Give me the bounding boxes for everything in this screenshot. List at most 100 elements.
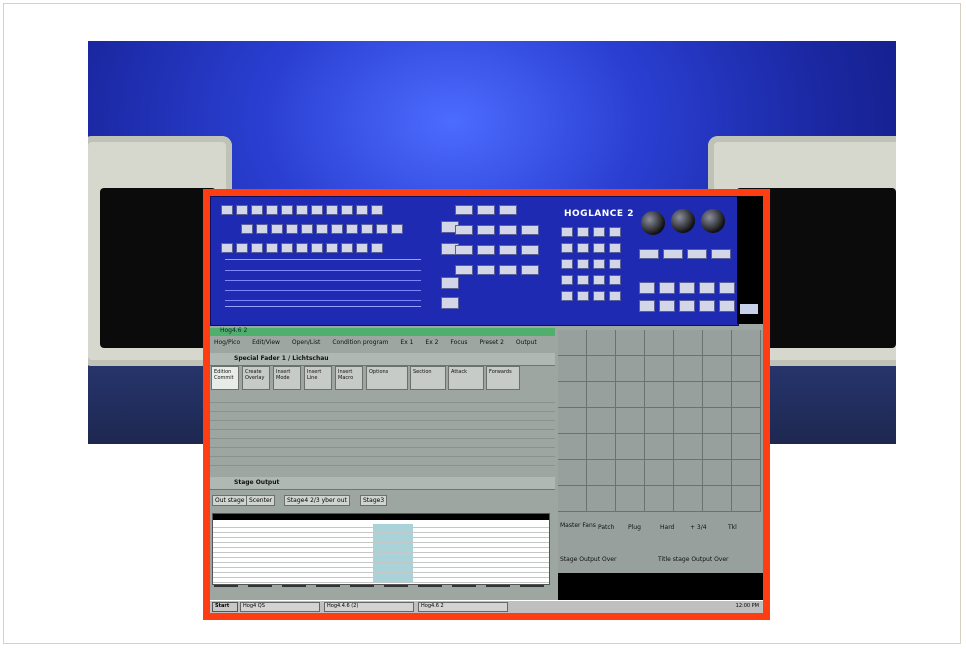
palette-cell[interactable] — [732, 356, 761, 382]
palette-cell[interactable] — [645, 486, 674, 512]
key[interactable] — [609, 275, 621, 285]
palette-cell[interactable] — [587, 330, 616, 356]
fader[interactable] — [384, 585, 408, 599]
fader[interactable] — [418, 585, 442, 599]
menu-item[interactable]: Edit/View — [252, 339, 280, 346]
palette-cell[interactable] — [674, 460, 703, 486]
key[interactable] — [521, 265, 539, 275]
key[interactable] — [326, 243, 338, 253]
key[interactable] — [251, 205, 263, 215]
tab-insert-mode[interactable]: Insert Mode — [273, 366, 301, 390]
key[interactable] — [639, 249, 659, 259]
key[interactable] — [499, 205, 517, 215]
fader[interactable] — [350, 585, 374, 599]
key[interactable] — [679, 300, 695, 312]
palette-cell[interactable] — [645, 408, 674, 434]
palette-cell[interactable] — [558, 408, 587, 434]
key[interactable] — [561, 291, 573, 301]
palette-cell[interactable] — [587, 460, 616, 486]
palette-cell[interactable] — [616, 382, 645, 408]
palette-cell[interactable] — [674, 382, 703, 408]
palette-cell[interactable] — [732, 382, 761, 408]
key[interactable] — [687, 249, 707, 259]
fader[interactable] — [282, 585, 306, 599]
encoder-knob-2[interactable] — [671, 209, 695, 233]
key[interactable] — [455, 245, 473, 255]
key[interactable] — [609, 227, 621, 237]
key[interactable] — [561, 227, 573, 237]
key[interactable] — [577, 243, 589, 253]
key[interactable] — [356, 243, 368, 253]
key[interactable] — [561, 259, 573, 269]
start-button[interactable]: Start — [212, 602, 238, 612]
palette-cell[interactable] — [558, 382, 587, 408]
key[interactable] — [346, 224, 358, 234]
key[interactable] — [256, 224, 268, 234]
side-button[interactable] — [740, 304, 758, 314]
key[interactable] — [521, 245, 539, 255]
key[interactable] — [593, 227, 605, 237]
fader[interactable] — [452, 585, 476, 599]
palette-cell[interactable] — [732, 330, 761, 356]
fader[interactable] — [486, 585, 510, 599]
palette-cell[interactable] — [645, 330, 674, 356]
key[interactable] — [477, 205, 495, 215]
palette-cell[interactable] — [732, 486, 761, 512]
key[interactable] — [711, 249, 731, 259]
key[interactable] — [477, 245, 495, 255]
palette-cell[interactable] — [703, 486, 732, 512]
key[interactable] — [271, 224, 283, 234]
key[interactable] — [499, 245, 517, 255]
palette-cell[interactable] — [674, 330, 703, 356]
tab-forwards[interactable]: Forwards — [486, 366, 520, 390]
menu-item[interactable]: Condition program — [332, 339, 388, 346]
fader[interactable] — [520, 585, 544, 599]
key[interactable] — [311, 243, 323, 253]
tab-edition[interactable]: Edition Commit — [211, 366, 239, 390]
menu-item[interactable]: Preset 2 — [479, 339, 503, 346]
key[interactable] — [561, 275, 573, 285]
menu-item[interactable]: Ex 2 — [425, 339, 438, 346]
palette-cell[interactable] — [674, 356, 703, 382]
key[interactable] — [455, 205, 473, 215]
key[interactable] — [561, 243, 573, 253]
output-tab[interactable]: Out stage — [212, 495, 248, 506]
palette-cell[interactable] — [645, 460, 674, 486]
key[interactable] — [719, 300, 735, 312]
key[interactable] — [577, 291, 589, 301]
palette-cell[interactable] — [645, 382, 674, 408]
key[interactable] — [331, 224, 343, 234]
key[interactable] — [663, 249, 683, 259]
key[interactable] — [266, 243, 278, 253]
plus-button[interactable]: + 3/4 — [690, 524, 707, 531]
menu-item[interactable]: Focus — [450, 339, 467, 346]
key[interactable] — [356, 205, 368, 215]
hard-button[interactable]: Hard — [660, 524, 674, 531]
key[interactable] — [286, 224, 298, 234]
key[interactable] — [371, 243, 383, 253]
key[interactable] — [311, 205, 323, 215]
tab-attack[interactable]: Attack — [448, 366, 484, 390]
key[interactable] — [221, 205, 233, 215]
key[interactable] — [296, 243, 308, 253]
key[interactable] — [699, 300, 715, 312]
palette-cell[interactable] — [703, 330, 732, 356]
encoder-knob-1[interactable] — [641, 211, 665, 235]
key[interactable] — [639, 282, 655, 294]
key[interactable] — [296, 205, 308, 215]
key[interactable] — [593, 259, 605, 269]
key[interactable] — [391, 224, 403, 234]
key[interactable] — [499, 265, 517, 275]
encoder-knob-3[interactable] — [701, 209, 725, 233]
key[interactable] — [477, 225, 495, 235]
key[interactable] — [577, 275, 589, 285]
menu-item[interactable]: Ex 1 — [400, 339, 413, 346]
key[interactable] — [441, 297, 459, 309]
menu-item[interactable]: Open/List — [292, 339, 321, 346]
key[interactable] — [236, 205, 248, 215]
key[interactable] — [361, 224, 373, 234]
output-tab[interactable]: Stage4 2/3 yber out — [284, 495, 350, 506]
palette-cell[interactable] — [587, 356, 616, 382]
key[interactable] — [639, 300, 655, 312]
taskbar-item[interactable]: Hog4.4.6 (2) — [324, 602, 414, 612]
